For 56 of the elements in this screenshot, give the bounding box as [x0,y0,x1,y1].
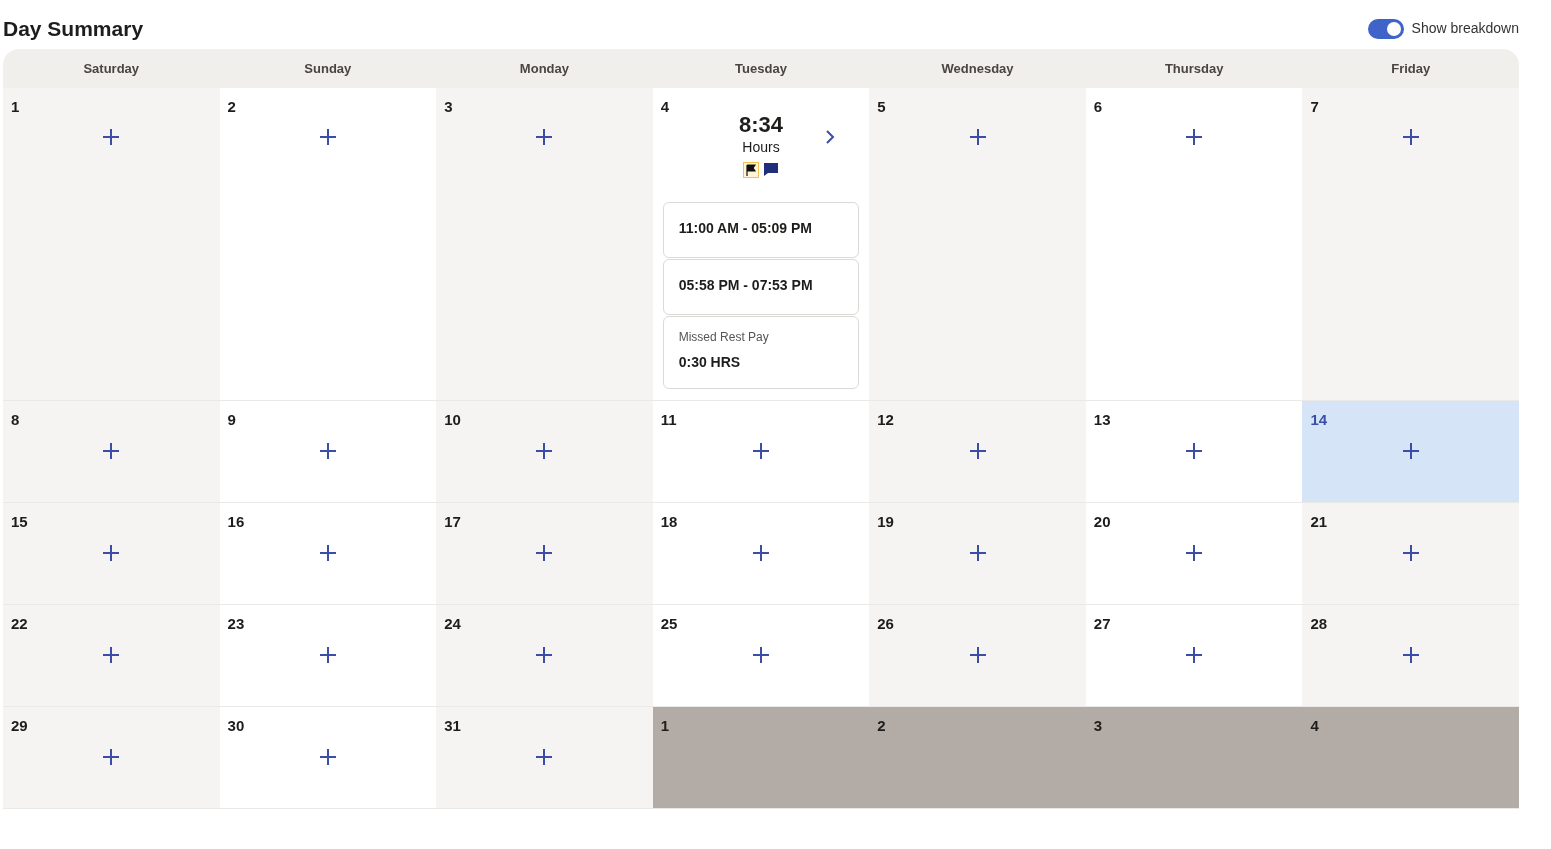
day-number: 25 [660,613,678,634]
day-number: 11 [660,409,677,430]
weekday-header: Friday [1302,49,1519,88]
shift-card[interactable]: 11:00 AM - 05:09 PM [662,201,860,258]
day-number: 1 [660,715,670,736]
day-number: 12 [877,409,894,430]
day-number: 19 [877,511,894,532]
shift-card[interactable]: 05:58 PM - 07:53 PM [662,258,860,315]
day-number: 15 [11,511,28,532]
weekday-header: Monday [436,49,653,88]
shift-time: 11:00 AM - 05:09 PM [678,218,814,238]
day-number: 31 [444,715,461,736]
day-number: 17 [444,511,461,532]
pay-label: Missed Rest Pay [678,328,770,346]
day-number: 22 [11,613,28,634]
day-number: 13 [1093,409,1111,430]
hours-label: Hours [741,137,781,157]
weekday-header: Thursday [1085,49,1303,88]
toggle-label: Show breakdown [1411,19,1519,39]
comment-icon [763,161,779,178]
day-number: 30 [227,715,245,736]
page-title: Day Summary [3,16,144,42]
day-number: 2 [877,715,886,736]
day-number: 5 [877,96,886,117]
weekday-header: Wednesday [869,49,1086,88]
day-number: 2 [227,96,236,117]
day-number: 14 [1310,409,1328,430]
weekday-header: Tuesday [652,49,870,88]
weekday-header: Saturday [3,49,220,88]
day-number: 7 [1310,96,1319,117]
pay-card[interactable]: Missed Rest Pay 0:30 HRS [662,315,860,389]
day-number: 26 [877,613,894,634]
day-number: 10 [444,409,461,430]
weekday-header: Sunday [219,49,437,88]
day-number: 23 [227,613,245,634]
hours-total: 8:34 [738,112,783,137]
day-number: 4 [660,96,670,117]
day-number: 8 [11,409,20,430]
day-number: 28 [1310,613,1328,634]
day-number: 4 [1310,715,1319,736]
day-number: 27 [1093,613,1111,634]
day-number: 6 [1093,96,1103,117]
day-number: 16 [227,511,245,532]
flag-icon [743,161,759,178]
day-number: 18 [660,511,678,532]
day-number: 9 [227,409,236,430]
day-number: 1 [11,96,20,117]
pay-value: 0:30 HRS [678,352,742,372]
day-number: 24 [444,613,461,634]
day-number: 20 [1093,511,1111,532]
toggle-switch[interactable] [1367,18,1404,39]
day-number: 29 [11,715,28,736]
shift-time: 05:58 PM - 07:53 PM [678,275,814,295]
day-number: 21 [1310,511,1328,532]
day-number: 3 [1093,715,1103,736]
day-number: 3 [444,96,453,117]
